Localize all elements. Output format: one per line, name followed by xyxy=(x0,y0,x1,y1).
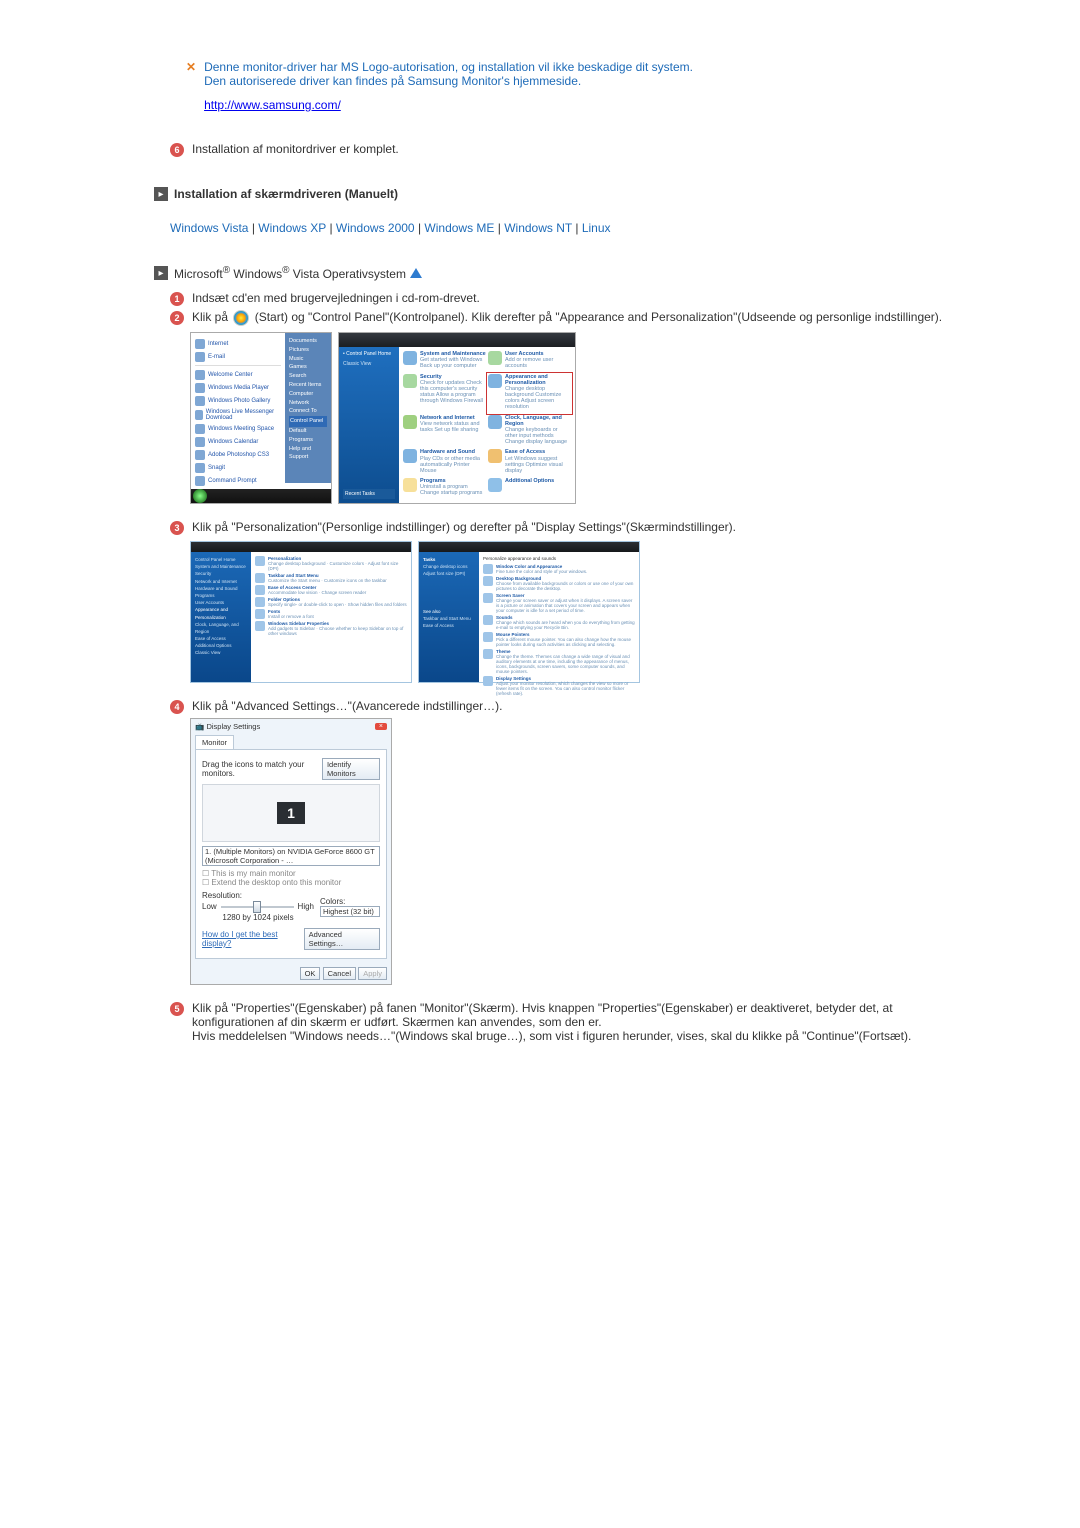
arrow-right-icon: ▸ xyxy=(154,187,168,201)
screenshot-control-panel: • Control Panel Home Classic View Recent… xyxy=(338,332,576,504)
number-6-icon: 6 xyxy=(170,143,184,157)
link-windows-me[interactable]: Windows ME xyxy=(424,221,494,235)
up-triangle-icon xyxy=(410,268,422,278)
screenshot-start-and-controlpanel: Internet E-mail Welcome Center Windows M… xyxy=(190,332,950,504)
apply-button: Apply xyxy=(358,967,387,980)
number-3-icon: 3 xyxy=(170,521,184,535)
link-windows-2000[interactable]: Windows 2000 xyxy=(336,221,415,235)
number-5-icon: 5 xyxy=(170,1002,184,1016)
note-line2: Den autoriserede driver kan findes på Sa… xyxy=(204,74,950,88)
link-windows-xp[interactable]: Windows XP xyxy=(258,221,326,235)
help-display-link: How do I get the best display? xyxy=(202,930,304,948)
vista-step5: Klik på "Properties"(Egenskaber) på fane… xyxy=(192,1001,950,1043)
number-4-icon: 4 xyxy=(170,700,184,714)
vista-step4: Klik på "Advanced Settings…"(Avancerede … xyxy=(192,699,950,713)
identify-monitors-button: Identify Monitors xyxy=(322,758,380,780)
ok-button: OK xyxy=(300,967,321,980)
vista-step2: Klik på (Start) og "Control Panel"(Kontr… xyxy=(192,310,950,326)
screenshot-personalization: Tasks Change desktop icons Adjust font s… xyxy=(418,541,640,683)
number-1-icon: 1 xyxy=(170,292,184,306)
manual-install-title: Installation af skærmdriveren (Manuelt) xyxy=(174,187,398,201)
vista-step1: Indsæt cd'en med brugervejledningen i cd… xyxy=(192,291,950,305)
samsung-url-link[interactable]: http://www.samsung.com/ xyxy=(204,98,341,112)
advanced-settings-button: Advanced Settings… xyxy=(304,928,380,950)
screenshot-display-settings-dialog: 📺 Display Settings × Monitor Drag the ic… xyxy=(190,718,392,985)
link-linux[interactable]: Linux xyxy=(582,221,611,235)
vista-title: Microsoft® Windows® Vista Operativsystem xyxy=(174,265,406,281)
link-windows-nt[interactable]: Windows NT xyxy=(504,221,572,235)
arrow-right-icon: ▸ xyxy=(154,266,168,280)
step6-text: Installation af monitordriver er komplet… xyxy=(192,142,950,156)
vista-step3: Klik på "Personalization"(Personlige ind… xyxy=(192,520,950,534)
note-line1: Denne monitor-driver har MS Logo-autoris… xyxy=(204,60,950,74)
screenshot-start-menu: Internet E-mail Welcome Center Windows M… xyxy=(190,332,332,504)
link-windows-vista[interactable]: Windows Vista xyxy=(170,221,248,235)
cancel-button: Cancel xyxy=(323,967,356,980)
windows-start-orb-icon xyxy=(233,310,249,326)
close-icon: × xyxy=(375,723,387,730)
screenshot-personalization-screens: Control Panel Home System and Maintenanc… xyxy=(190,541,950,683)
screenshot-appearance-personalization: Control Panel Home System and Maintenanc… xyxy=(190,541,412,683)
number-2-icon: 2 xyxy=(170,311,184,325)
monitor-tab: Monitor xyxy=(195,735,234,749)
note-x-icon: ✕ xyxy=(186,60,196,112)
